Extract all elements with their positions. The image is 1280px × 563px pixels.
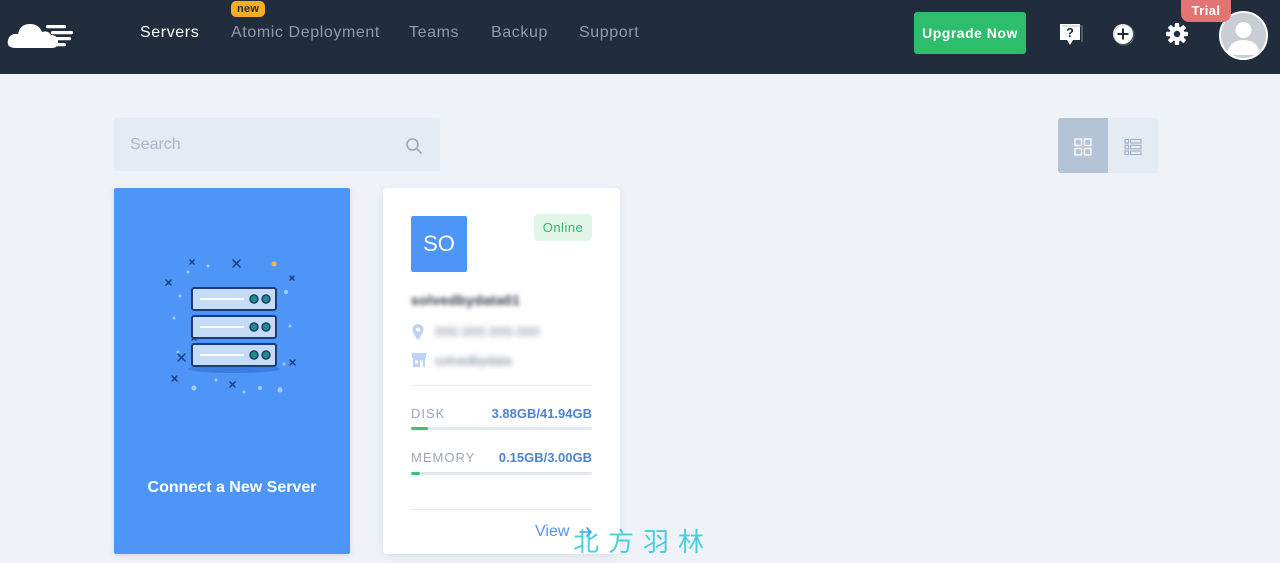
connect-new-server-label: Connect a New Server <box>147 479 317 496</box>
cloud-logo[interactable] <box>6 16 76 54</box>
server-ip: 000.000.000.000 <box>435 324 541 339</box>
connect-new-server-card[interactable]: Connect a New Server <box>114 188 350 554</box>
new-badge: new <box>231 1 266 17</box>
memory-usage-bar <box>411 472 592 475</box>
card-footer-divider <box>411 509 592 510</box>
upgrade-now-button[interactable]: Upgrade Now <box>914 12 1026 54</box>
nav-backup[interactable]: Backup <box>491 24 548 42</box>
disk-value: 3.88GB/41.94GB <box>491 406 592 421</box>
help-icon[interactable]: ? <box>1057 21 1083 47</box>
grid-icon <box>1074 138 1092 156</box>
top-navigation-bar: Servers Atomic Deployment new Teams Back… <box>0 0 1280 74</box>
search-box <box>114 118 440 171</box>
nav-teams[interactable]: Teams <box>409 24 459 42</box>
grid-view-button[interactable] <box>1058 118 1108 173</box>
disk-label: DISK <box>411 406 446 421</box>
add-circle-icon[interactable] <box>1110 21 1136 47</box>
memory-usage-fill <box>411 472 421 475</box>
svg-text:?: ? <box>1066 25 1074 40</box>
view-server-link[interactable]: View <box>535 523 569 541</box>
server-card[interactable]: SO Online solvedbydata01 000.000.000.000… <box>383 188 620 554</box>
disk-usage-fill <box>411 427 428 430</box>
memory-label: MEMORY <box>411 450 476 465</box>
server-name[interactable]: solvedbydata01 <box>411 292 520 308</box>
card-divider <box>411 385 592 386</box>
status-badge: Online <box>534 214 592 241</box>
watermark-text: 北方羽林 <box>573 528 714 558</box>
nav-servers[interactable]: Servers <box>140 24 199 42</box>
memory-value: 0.15GB/3.00GB <box>498 450 592 465</box>
disk-usage-bar <box>411 427 592 430</box>
search-input[interactable] <box>130 118 390 171</box>
list-view-button[interactable] <box>1108 118 1158 173</box>
server-provider: solvedbydata <box>435 353 512 368</box>
trial-badge[interactable]: Trial <box>1181 0 1231 22</box>
search-icon[interactable] <box>405 137 423 155</box>
location-pin-icon <box>412 324 424 340</box>
gear-icon[interactable] <box>1164 21 1190 47</box>
server-avatar: SO <box>411 216 467 272</box>
provider-store-icon <box>412 353 426 367</box>
nav-support[interactable]: Support <box>579 24 639 42</box>
server-rack-illustration <box>165 259 296 394</box>
nav-atomic-deployment[interactable]: Atomic Deployment <box>231 24 380 42</box>
list-icon <box>1124 138 1142 156</box>
